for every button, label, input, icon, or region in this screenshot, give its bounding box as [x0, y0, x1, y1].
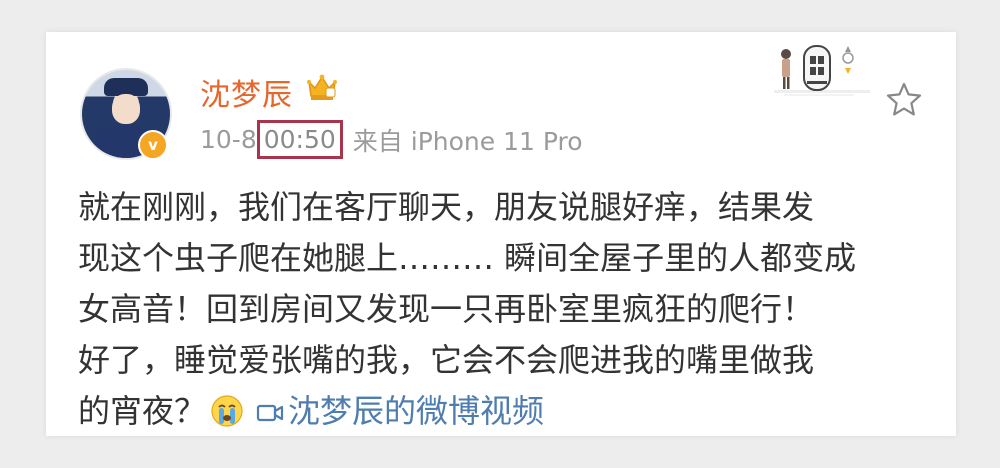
- video-link[interactable]: 沈梦辰的微博视频: [256, 392, 544, 430]
- post-text-line-2: 现这个虫子爬在她腿上……… 瞬间全屋子里的人都变成: [78, 239, 857, 277]
- video-link-label: 沈梦辰的微博视频: [288, 392, 545, 430]
- card-decoration-icon: [774, 45, 870, 96]
- weibo-post-card: v 沈梦辰 10-8 00:50 来自 iPhone 11 Pro 就在刚刚，我…: [46, 32, 956, 436]
- crown-icon: [307, 74, 337, 100]
- post-meta: 10-8 00:50 来自 iPhone 11 Pro: [200, 120, 583, 159]
- video-camera-icon: [256, 404, 284, 422]
- post-text-line-5: 的宵夜？ 沈梦辰的微博视频: [78, 386, 928, 437]
- post-text-line-4: 好了，睡觉爱张嘴的我，它会不会爬进我的嘴里做我: [78, 341, 815, 379]
- post-text-line-1: 就在刚刚，我们在客厅聊天，朋友说腿好痒，结果发: [78, 188, 815, 226]
- star-outline-icon[interactable]: [886, 82, 922, 116]
- avatar-face: [112, 94, 140, 124]
- crying-emoji-icon: [211, 395, 243, 427]
- verified-badge: v: [138, 130, 168, 160]
- post-source: 来自 iPhone 11 Pro: [352, 126, 583, 156]
- post-time-highlighted: 00:50: [256, 120, 343, 159]
- post-text-line-3: 女高音！回到房间又发现一只再卧室里疯狂的爬行！: [78, 290, 815, 328]
- username[interactable]: 沈梦辰: [200, 70, 293, 114]
- post-date: 10-8: [200, 125, 257, 154]
- post-text-tail: 的宵夜？: [78, 392, 207, 430]
- post-body: 就在刚刚，我们在客厅聊天，朋友说腿好痒，结果发 现这个虫子爬在她腿上……… 瞬间…: [78, 182, 928, 437]
